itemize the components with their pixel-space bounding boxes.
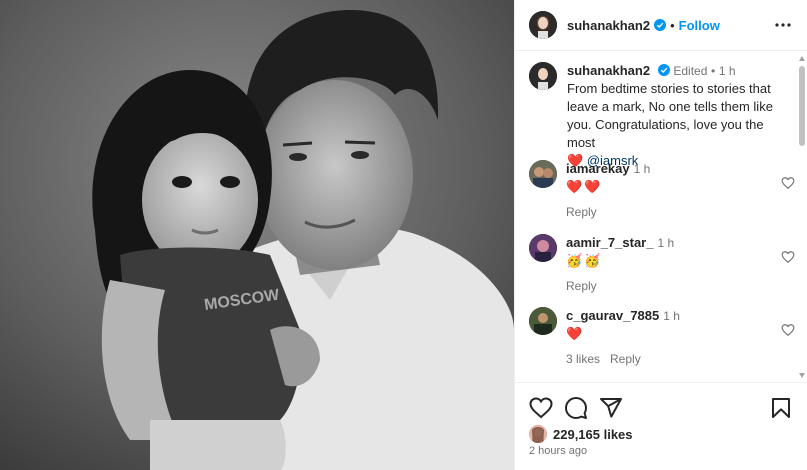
separator-dot: • bbox=[670, 17, 675, 33]
photo-image: MOSCOW bbox=[0, 0, 514, 470]
caption-edited-label: Edited bbox=[673, 64, 708, 78]
caption-text: From bedtime stories to stories that lea… bbox=[567, 81, 773, 150]
comment-text: ❤️❤️ bbox=[566, 179, 603, 194]
scroll-down-arrow-icon[interactable] bbox=[799, 373, 805, 378]
post-caption: suhanakhan2 Edited • 1 h From bedtime st… bbox=[529, 62, 783, 170]
author-avatar[interactable] bbox=[529, 11, 557, 39]
follow-button[interactable]: Follow bbox=[679, 18, 720, 33]
comment-username[interactable]: c_gaurav_7885 bbox=[566, 308, 659, 323]
commenter-avatar[interactable] bbox=[529, 160, 557, 188]
comment-likes-count[interactable]: 3 likes bbox=[566, 352, 600, 366]
bookmark-icon[interactable] bbox=[769, 396, 793, 420]
reply-button[interactable]: Reply bbox=[566, 205, 597, 219]
caption-username[interactable]: suhanakhan2 bbox=[567, 63, 650, 78]
likes-count[interactable]: 229,165 likes bbox=[553, 427, 633, 442]
verified-badge-icon bbox=[654, 19, 667, 31]
comment-like-heart-icon[interactable] bbox=[781, 176, 795, 190]
post-header: suhanakhan2 • Follow bbox=[515, 0, 807, 51]
commenter-avatar[interactable] bbox=[529, 234, 557, 262]
reply-button[interactable]: Reply bbox=[566, 279, 597, 293]
likes-summary[interactable]: 229,165 likes bbox=[529, 425, 633, 443]
comment-item: aamir_7_star_ 1 h 🥳🥳 Reply bbox=[529, 234, 795, 295]
comment-username[interactable]: aamir_7_star_ bbox=[566, 235, 653, 250]
comment-like-heart-icon[interactable] bbox=[781, 323, 795, 337]
comment-username[interactable]: iamarekay bbox=[566, 161, 630, 176]
caption-avatar[interactable] bbox=[529, 62, 557, 90]
comments-scrollbar[interactable] bbox=[797, 52, 807, 382]
post-side-panel: suhanakhan2 • Follow suhanakhan2 Edited … bbox=[514, 0, 807, 470]
more-dots-icon[interactable] bbox=[771, 13, 795, 37]
comment-time[interactable]: 1 h bbox=[634, 162, 651, 176]
scroll-up-arrow-icon[interactable] bbox=[799, 56, 805, 61]
liker-avatar bbox=[529, 425, 547, 443]
comment-item: c_gaurav_7885 1 h ❤️ 3 likes Reply bbox=[529, 307, 795, 368]
reply-button[interactable]: Reply bbox=[610, 352, 641, 366]
comment-time[interactable]: 1 h bbox=[657, 236, 674, 250]
comments-list[interactable]: suhanakhan2 Edited • 1 h From bedtime st… bbox=[515, 52, 807, 382]
caption-dot: • bbox=[711, 64, 716, 78]
paper-plane-icon[interactable] bbox=[599, 396, 623, 420]
comment-text: 🥳🥳 bbox=[566, 253, 603, 268]
comment-like-heart-icon[interactable] bbox=[781, 250, 795, 264]
comment-item: iamarekay 1 h ❤️❤️ Reply bbox=[529, 160, 795, 221]
post-photo[interactable]: MOSCOW bbox=[0, 0, 514, 470]
post-time-ago[interactable]: 2 hours ago bbox=[529, 445, 587, 457]
verified-badge-icon bbox=[657, 64, 670, 76]
post-actions-bar: 229,165 likes 2 hours ago bbox=[515, 382, 807, 470]
speech-bubble-icon[interactable] bbox=[564, 396, 588, 420]
heart-outline-icon[interactable] bbox=[529, 396, 553, 420]
author-username[interactable]: suhanakhan2 bbox=[567, 18, 650, 33]
caption-time[interactable]: 1 h bbox=[719, 64, 736, 78]
scroll-thumb[interactable] bbox=[799, 66, 805, 146]
comment-text: ❤️ bbox=[566, 326, 585, 341]
comment-time[interactable]: 1 h bbox=[663, 309, 680, 323]
commenter-avatar[interactable] bbox=[529, 307, 557, 335]
